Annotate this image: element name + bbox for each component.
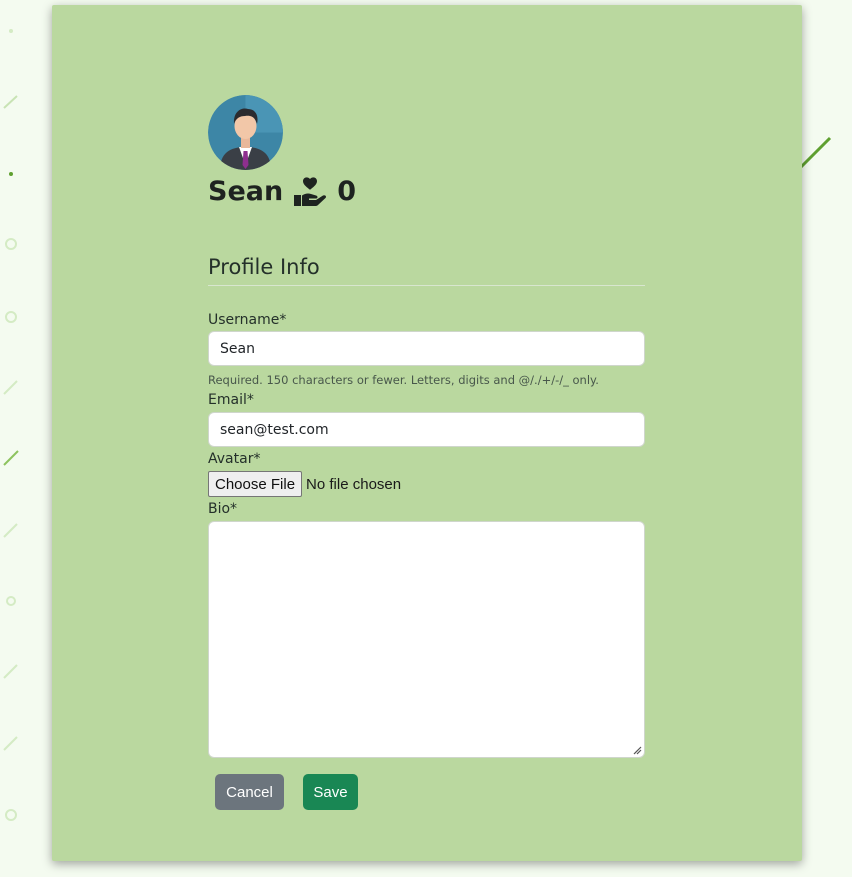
user-avatar-icon xyxy=(208,95,283,170)
donation-count: 0 xyxy=(337,175,356,207)
email-field[interactable]: sean@test.com xyxy=(208,412,645,447)
profile-name-row: Sean 0 xyxy=(208,171,356,211)
choose-file-button[interactable]: Choose File xyxy=(208,471,303,497)
hand-holding-heart-icon xyxy=(294,177,327,206)
resize-handle-icon[interactable] xyxy=(632,745,642,755)
username-field[interactable]: Sean xyxy=(208,331,645,366)
save-button[interactable]: Save xyxy=(303,774,358,810)
email-label: Email* xyxy=(208,392,254,408)
avatar-file-input: Choose File No file chosen xyxy=(208,471,401,497)
avatar xyxy=(208,95,283,170)
divider xyxy=(208,285,645,286)
section-title: Profile Info xyxy=(208,255,320,279)
profile-edit-card: Sean 0 Profile Info Username* Sean Requi… xyxy=(52,5,802,861)
cancel-button[interactable]: Cancel xyxy=(215,774,284,810)
profile-name: Sean xyxy=(208,175,284,207)
username-help-text: Required. 150 characters or fewer. Lette… xyxy=(208,373,599,387)
bio-textarea[interactable] xyxy=(208,521,645,758)
bio-label: Bio* xyxy=(208,501,238,517)
username-label: Username* xyxy=(208,312,287,328)
file-status: No file chosen xyxy=(306,475,402,493)
avatar-label: Avatar* xyxy=(208,451,261,467)
